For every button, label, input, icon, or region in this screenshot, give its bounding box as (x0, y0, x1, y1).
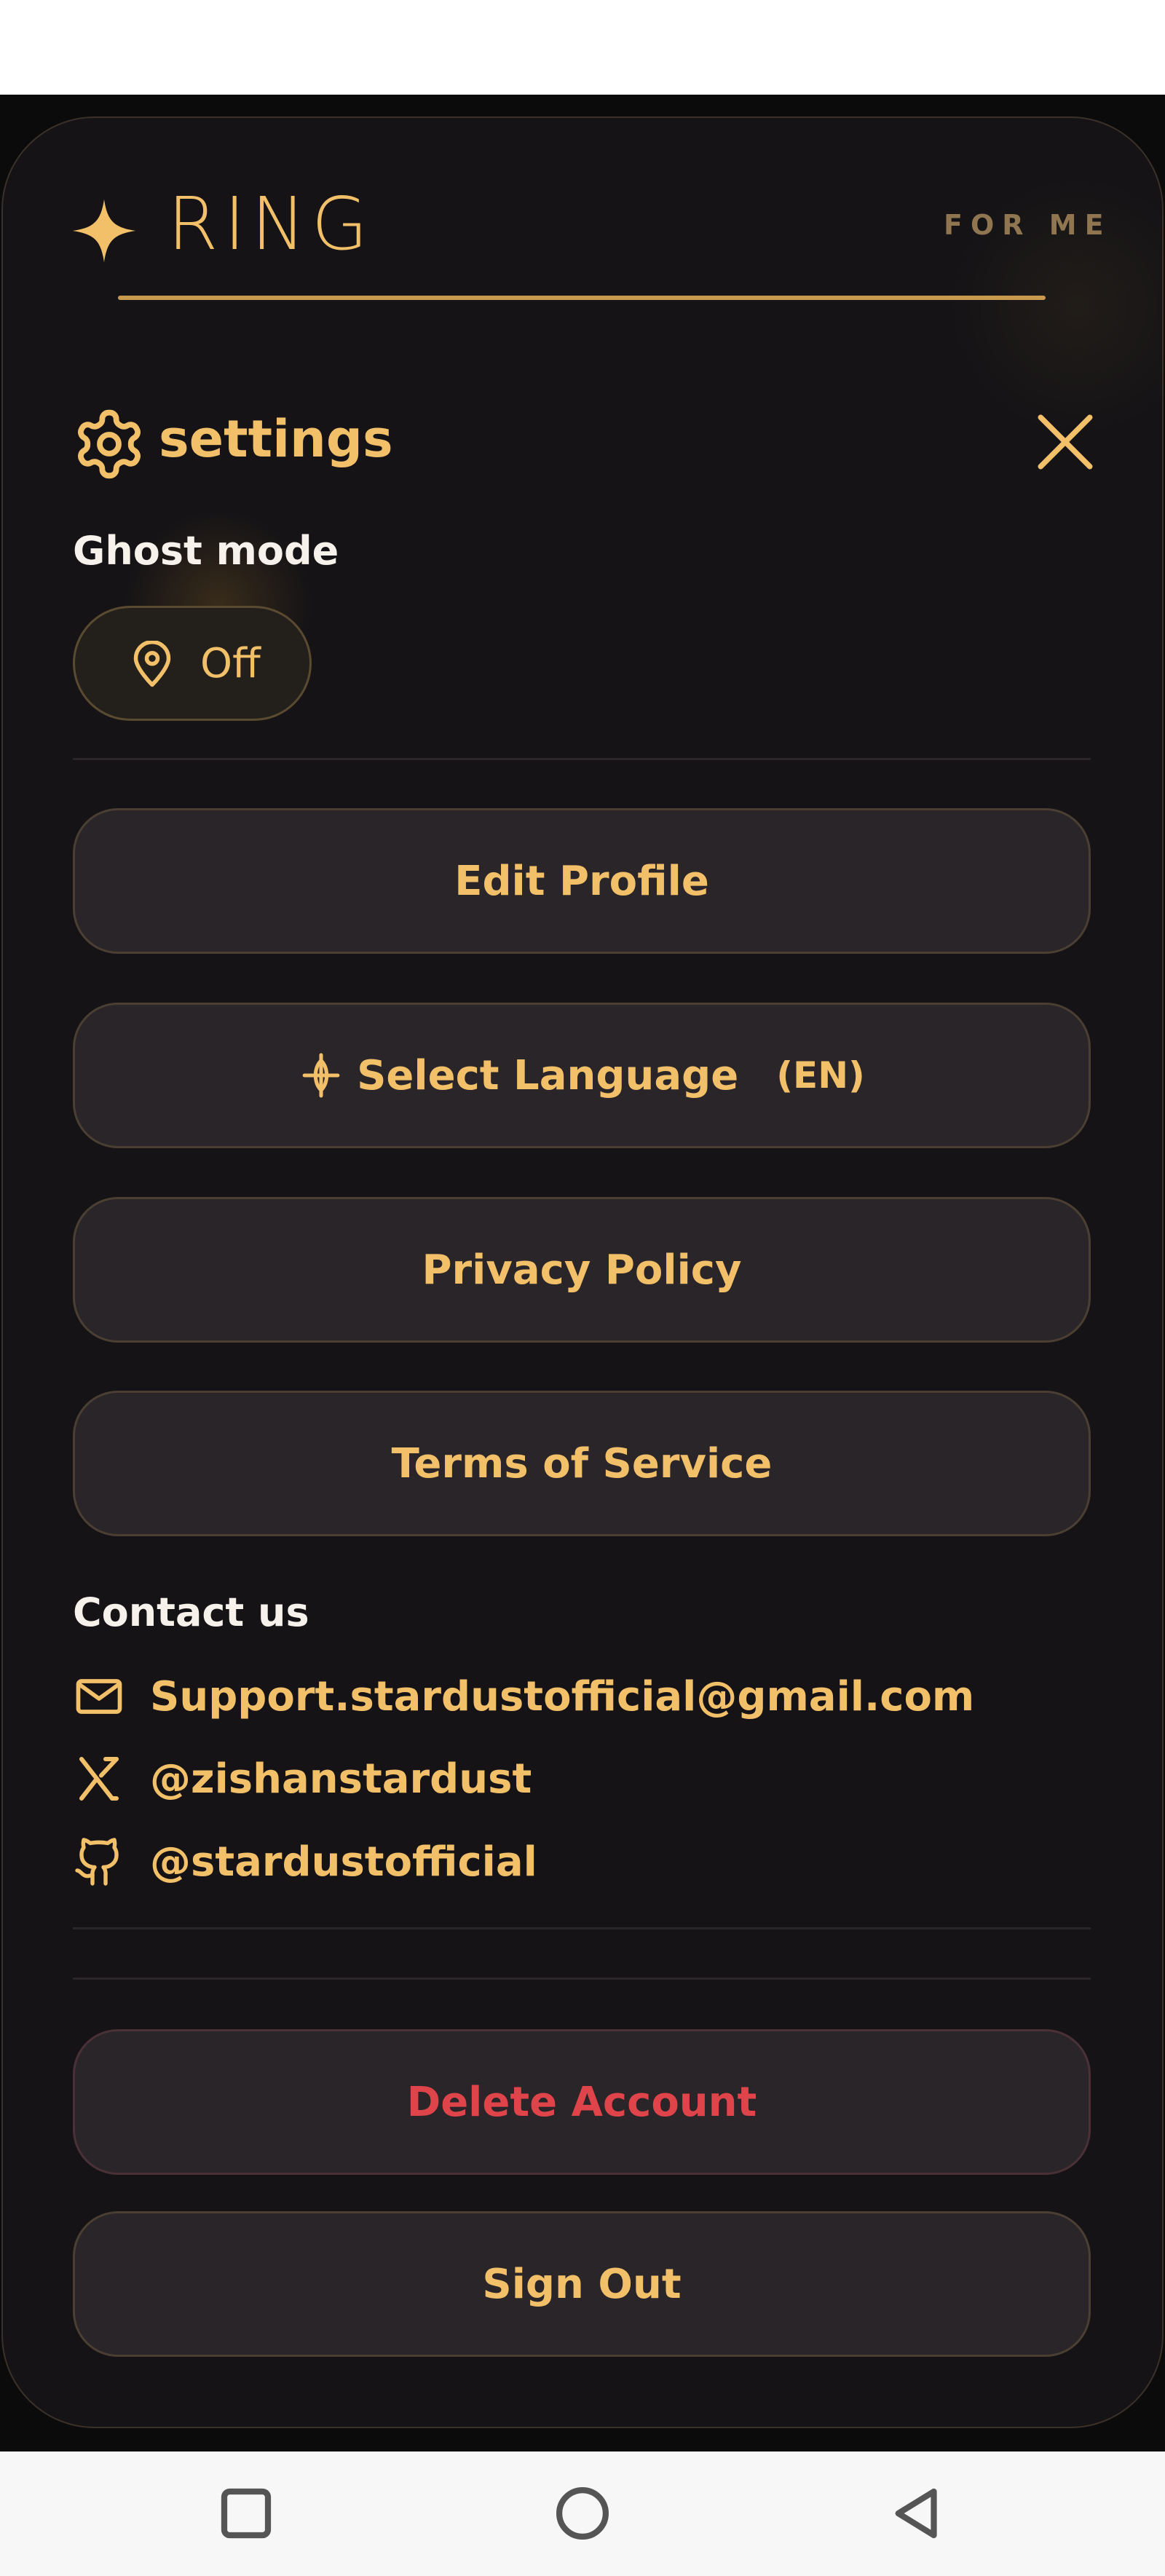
close-icon[interactable] (1032, 409, 1098, 475)
divider (73, 1978, 1091, 1980)
sign-out-label: Sign Out (482, 2260, 682, 2308)
delete-account-button[interactable]: Delete Account (73, 2029, 1091, 2175)
ghost-mode-toggle[interactable]: Off (73, 606, 312, 721)
contact-email[interactable]: Support.stardustofficial@gmail.com (73, 1664, 974, 1729)
select-language-button[interactable]: Select Language (EN) (73, 1003, 1091, 1148)
home-icon[interactable] (550, 2481, 615, 2546)
privacy-policy-label: Privacy Policy (422, 1246, 742, 1294)
gear-icon (78, 409, 141, 479)
settings-title: settings (159, 409, 393, 469)
brand-underline (118, 296, 1046, 300)
github-icon (75, 1838, 119, 1886)
app-brand: RING (167, 181, 374, 266)
location-pin-icon (133, 641, 171, 687)
language-code: (EN) (776, 1054, 865, 1097)
contact-x-text: @zishanstardust (150, 1755, 532, 1803)
privacy-policy-button[interactable]: Privacy Policy (73, 1197, 1091, 1343)
mail-icon (76, 1679, 122, 1714)
x-twitter-icon (79, 1757, 119, 1801)
divider (73, 1927, 1091, 1929)
sign-out-button[interactable]: Sign Out (73, 2211, 1091, 2357)
delete-account-label: Delete Account (406, 2078, 757, 2126)
contact-us-label: Contact us (73, 1589, 309, 1635)
edit-profile-button[interactable]: Edit Profile (73, 808, 1091, 954)
contact-github[interactable]: @stardustofficial (73, 1829, 537, 1895)
ghost-mode-label: Ghost mode (73, 528, 339, 574)
select-language-label: Select Language (357, 1051, 739, 1099)
system-navigation-bar (0, 2451, 1165, 2576)
contact-github-text: @stardustofficial (150, 1838, 537, 1886)
recents-icon[interactable] (213, 2481, 279, 2546)
terms-of-service-label: Terms of Service (391, 1439, 773, 1487)
status-bar (0, 0, 1165, 95)
divider (73, 758, 1091, 760)
language-compass-icon (302, 1053, 340, 1098)
ghost-mode-value: Off (200, 640, 261, 687)
terms-of-service-button[interactable]: Terms of Service (73, 1391, 1091, 1536)
sparkle-logo-icon (72, 199, 136, 263)
edit-profile-label: Edit Profile (454, 857, 709, 905)
contact-email-text: Support.stardustofficial@gmail.com (150, 1672, 975, 1720)
app-tagline: FOR ME (944, 209, 1112, 241)
contact-x-handle[interactable]: @zishanstardust (73, 1746, 532, 1812)
back-icon[interactable] (885, 2481, 950, 2546)
